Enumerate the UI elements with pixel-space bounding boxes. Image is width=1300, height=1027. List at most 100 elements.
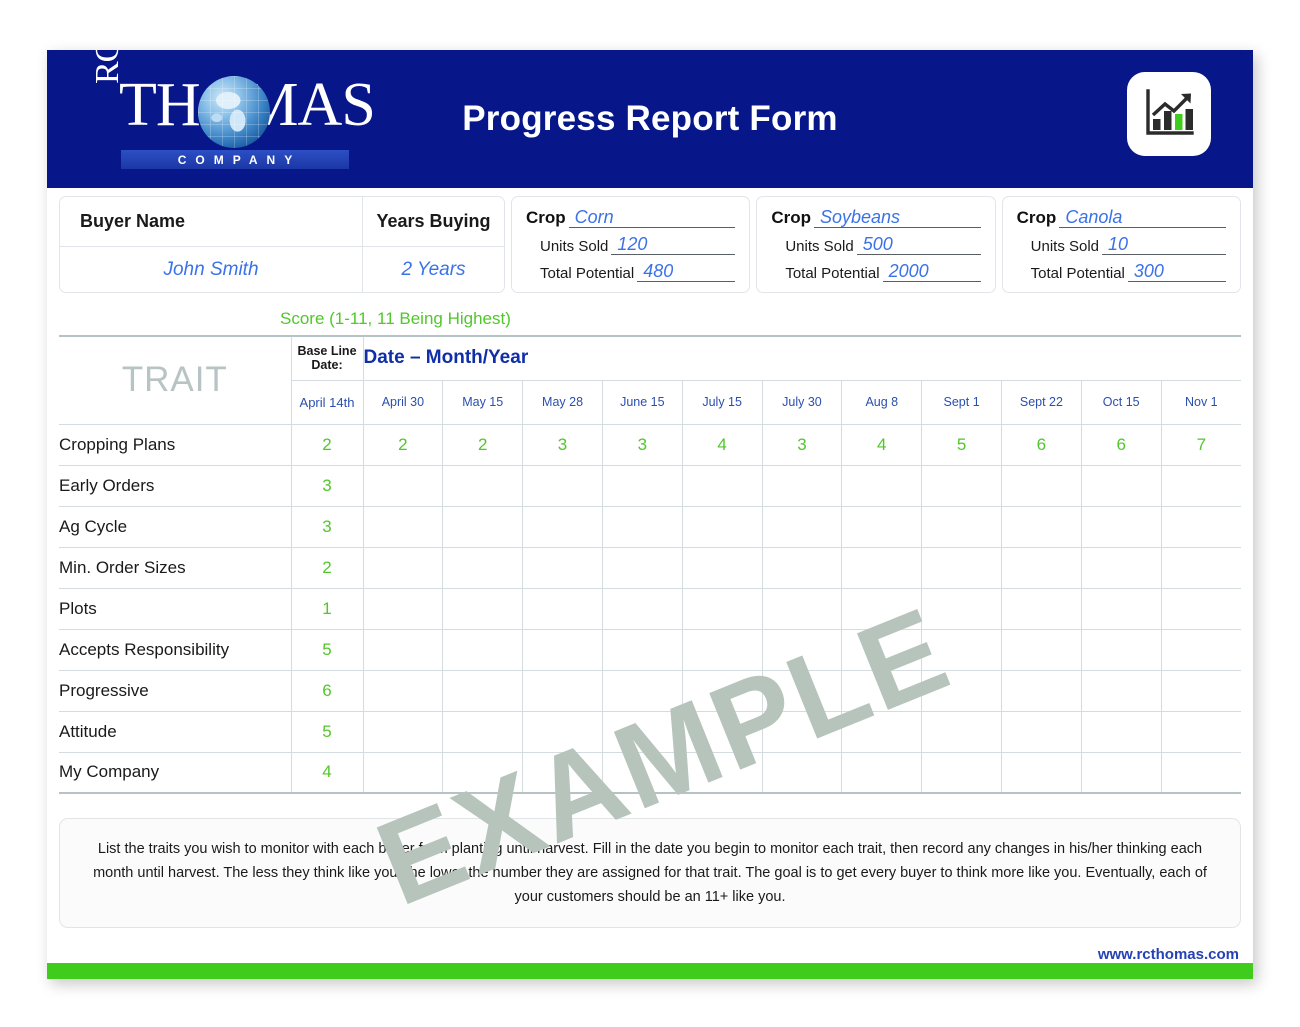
score-cell[interactable]: 6 bbox=[1080, 423, 1162, 466]
score-cell[interactable] bbox=[841, 546, 923, 589]
score-cell[interactable] bbox=[522, 669, 603, 712]
baseline-score[interactable]: 4 bbox=[290, 751, 364, 794]
crop-value[interactable]: Canola bbox=[1059, 208, 1226, 228]
score-cell[interactable] bbox=[601, 669, 683, 712]
score-cell[interactable] bbox=[442, 505, 524, 548]
score-cell[interactable] bbox=[601, 464, 683, 507]
score-cell[interactable] bbox=[761, 751, 843, 794]
score-cell[interactable]: 3 bbox=[522, 423, 603, 466]
buyer-name-value[interactable]: John Smith bbox=[60, 247, 362, 292]
units-sold-value[interactable]: 120 bbox=[611, 235, 736, 255]
score-cell[interactable] bbox=[681, 587, 763, 630]
score-cell[interactable] bbox=[442, 464, 524, 507]
score-cell[interactable] bbox=[1080, 751, 1162, 794]
score-cell[interactable] bbox=[442, 628, 524, 671]
score-cell[interactable] bbox=[362, 628, 444, 671]
score-cell[interactable] bbox=[1160, 505, 1241, 548]
date-column-header[interactable]: May 15 bbox=[442, 379, 524, 425]
score-cell[interactable] bbox=[921, 628, 1002, 671]
score-cell[interactable] bbox=[442, 546, 524, 589]
crop-value[interactable]: Soybeans bbox=[814, 208, 981, 228]
score-cell[interactable] bbox=[761, 587, 843, 630]
total-potential-value[interactable]: 300 bbox=[1127, 262, 1226, 282]
score-cell[interactable]: 3 bbox=[761, 423, 843, 466]
score-cell[interactable] bbox=[921, 505, 1002, 548]
score-cell[interactable] bbox=[1001, 710, 1082, 753]
score-cell[interactable] bbox=[1001, 464, 1082, 507]
score-cell[interactable] bbox=[522, 710, 603, 753]
score-cell[interactable] bbox=[1160, 546, 1241, 589]
score-cell[interactable] bbox=[1160, 587, 1241, 630]
score-cell[interactable] bbox=[681, 710, 763, 753]
baseline-score[interactable]: 5 bbox=[290, 628, 364, 671]
score-cell[interactable] bbox=[1080, 710, 1162, 753]
score-cell[interactable] bbox=[1080, 464, 1162, 507]
score-cell[interactable] bbox=[1160, 464, 1241, 507]
date-column-header[interactable]: July 15 bbox=[681, 379, 763, 425]
score-cell[interactable] bbox=[921, 751, 1002, 794]
score-cell[interactable] bbox=[522, 751, 603, 794]
score-cell[interactable] bbox=[362, 546, 444, 589]
score-cell[interactable] bbox=[1160, 751, 1241, 794]
score-cell[interactable] bbox=[921, 710, 1002, 753]
score-cell[interactable] bbox=[761, 505, 843, 548]
score-cell[interactable] bbox=[601, 628, 683, 671]
score-cell[interactable] bbox=[522, 464, 603, 507]
score-cell[interactable] bbox=[841, 628, 923, 671]
score-cell[interactable] bbox=[1160, 628, 1241, 671]
score-cell[interactable] bbox=[601, 587, 683, 630]
date-column-header[interactable]: June 15 bbox=[601, 379, 683, 425]
trait-name[interactable]: Attitude bbox=[59, 710, 292, 753]
trait-name[interactable]: My Company bbox=[59, 751, 292, 794]
score-cell[interactable] bbox=[681, 669, 763, 712]
score-cell[interactable]: 2 bbox=[442, 423, 524, 466]
date-column-header[interactable]: Sept 1 bbox=[921, 379, 1002, 425]
score-cell[interactable] bbox=[841, 505, 923, 548]
score-cell[interactable] bbox=[362, 464, 444, 507]
score-cell[interactable] bbox=[1080, 628, 1162, 671]
score-cell[interactable] bbox=[761, 464, 843, 507]
score-cell[interactable] bbox=[681, 546, 763, 589]
score-cell[interactable] bbox=[442, 710, 524, 753]
score-cell[interactable] bbox=[522, 505, 603, 548]
score-cell[interactable] bbox=[1001, 628, 1082, 671]
score-cell[interactable] bbox=[841, 464, 923, 507]
score-cell[interactable]: 4 bbox=[841, 423, 923, 466]
score-cell[interactable] bbox=[442, 669, 524, 712]
score-cell[interactable] bbox=[1160, 669, 1241, 712]
trait-name[interactable]: Accepts Responsibility bbox=[59, 628, 292, 671]
score-cell[interactable] bbox=[681, 751, 763, 794]
baseline-score[interactable]: 6 bbox=[290, 669, 364, 712]
score-cell[interactable] bbox=[1080, 546, 1162, 589]
score-cell[interactable]: 3 bbox=[601, 423, 683, 466]
trait-name[interactable]: Cropping Plans bbox=[59, 423, 292, 466]
score-cell[interactable]: 6 bbox=[1001, 423, 1082, 466]
score-cell[interactable] bbox=[761, 628, 843, 671]
score-cell[interactable] bbox=[681, 505, 763, 548]
trait-name[interactable]: Progressive bbox=[59, 669, 292, 712]
score-cell[interactable] bbox=[522, 587, 603, 630]
score-cell[interactable] bbox=[1080, 669, 1162, 712]
baseline-score[interactable]: 3 bbox=[290, 464, 364, 507]
baseline-date-header[interactable]: April 14th bbox=[290, 379, 364, 425]
crop-value[interactable]: Corn bbox=[568, 208, 736, 228]
score-cell[interactable]: 7 bbox=[1160, 423, 1241, 466]
years-buying-value[interactable]: 2 Years bbox=[363, 247, 504, 292]
score-cell[interactable] bbox=[841, 751, 923, 794]
baseline-score[interactable]: 1 bbox=[290, 587, 364, 630]
baseline-score[interactable]: 5 bbox=[290, 710, 364, 753]
score-cell[interactable] bbox=[921, 587, 1002, 630]
date-column-header[interactable]: Oct 15 bbox=[1080, 379, 1162, 425]
date-column-header[interactable]: April 30 bbox=[362, 379, 444, 425]
score-cell[interactable] bbox=[601, 751, 683, 794]
score-cell[interactable] bbox=[522, 546, 603, 589]
trait-name[interactable]: Ag Cycle bbox=[59, 505, 292, 548]
score-cell[interactable] bbox=[681, 464, 763, 507]
score-cell[interactable] bbox=[522, 628, 603, 671]
score-cell[interactable] bbox=[761, 669, 843, 712]
date-column-header[interactable]: July 30 bbox=[761, 379, 843, 425]
score-cell[interactable] bbox=[362, 669, 444, 712]
score-cell[interactable] bbox=[442, 751, 524, 794]
baseline-score[interactable]: 3 bbox=[290, 505, 364, 548]
score-cell[interactable]: 4 bbox=[681, 423, 763, 466]
